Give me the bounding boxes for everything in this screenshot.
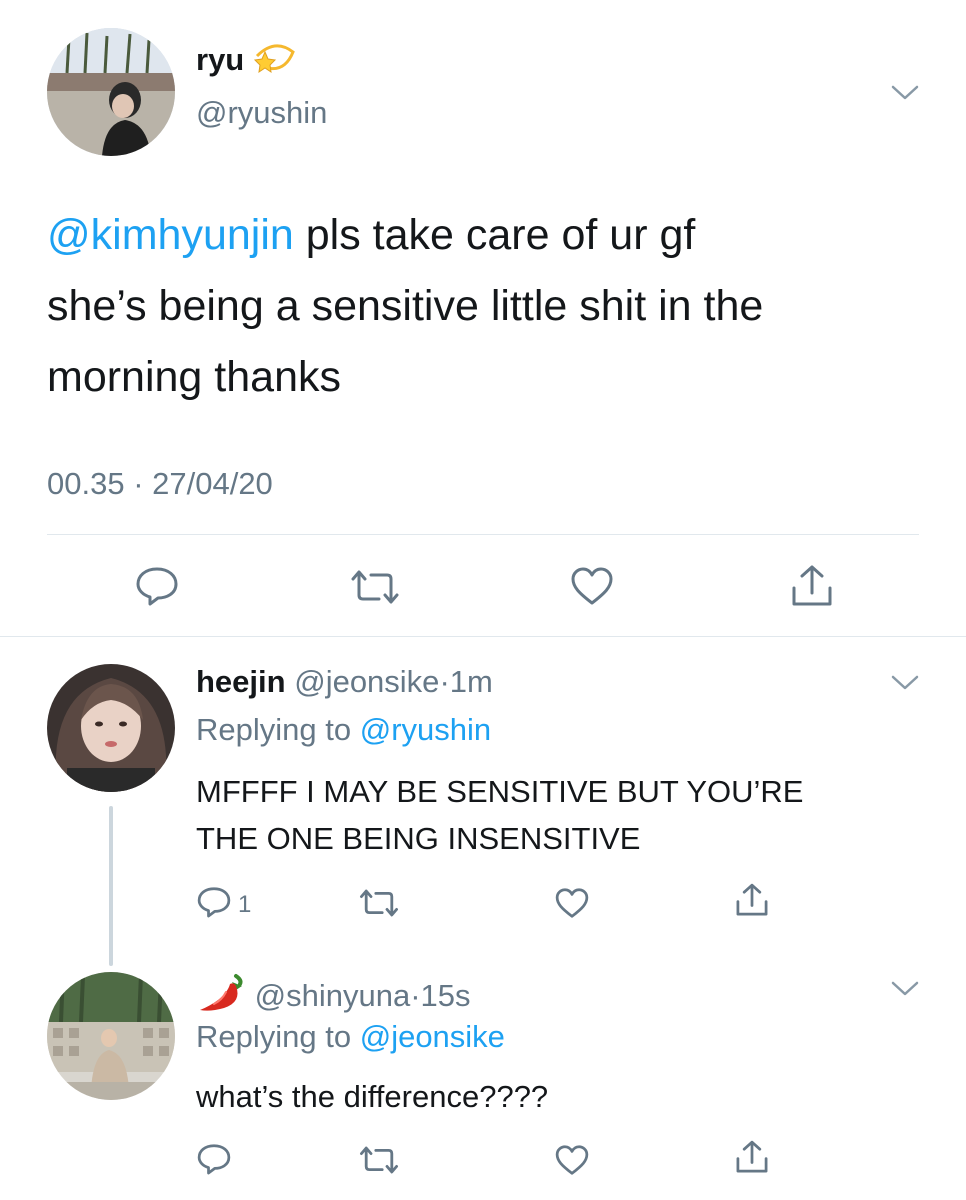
tweet-timestamp[interactable]: 00.35 · 27/04/20 <box>47 466 273 502</box>
like-icon[interactable] <box>554 886 590 920</box>
reply-header: @shinyuna·15s <box>196 970 471 1014</box>
share-icon[interactable] <box>734 1139 770 1175</box>
replying-label: Replying to <box>196 1019 352 1054</box>
chevron-down-icon[interactable] <box>891 84 919 102</box>
replying-to-link[interactable]: @ryushin <box>360 712 491 747</box>
avatar[interactable] <box>47 664 175 792</box>
display-name[interactable]: heejin <box>196 664 286 699</box>
replying-to: Replying to @ryushin <box>196 712 491 748</box>
mention-link[interactable]: @kimhyunjin <box>47 211 294 259</box>
user-handle[interactable]: @shinyuna <box>255 978 411 1013</box>
replying-to-link[interactable]: @jeonsike <box>360 1019 505 1054</box>
tweet-text-line: she’s being a sensitive little shit in t… <box>47 282 764 330</box>
retweet-icon[interactable] <box>349 567 401 607</box>
thread-line <box>109 806 113 966</box>
chili-pepper-icon <box>196 970 246 1014</box>
like-icon[interactable] <box>554 1143 590 1177</box>
reply-text-line: MFFFF I MAY BE SENSITIVE BUT YOU’RE <box>196 774 804 809</box>
tweet-text: @kimhyunjin pls take care of ur gf she’s… <box>47 200 763 413</box>
shooting-star-icon <box>253 42 297 74</box>
like-icon[interactable] <box>569 565 615 607</box>
user-handle[interactable]: @ryushin <box>196 95 327 131</box>
reply-time[interactable]: 1m <box>450 664 493 699</box>
reply-icon[interactable] <box>196 1142 232 1176</box>
retweet-icon[interactable] <box>358 887 400 919</box>
reply-text: MFFFF I MAY BE SENSITIVE BUT YOU’RE THE … <box>196 768 803 862</box>
reply-header: heejin @jeonsike·1m <box>196 664 493 700</box>
chevron-down-icon[interactable] <box>891 674 919 692</box>
reply-text-line: THE ONE BEING INSENSITIVE <box>196 821 641 856</box>
replying-to: Replying to @jeonsike <box>196 1019 505 1055</box>
divider <box>47 534 919 535</box>
tweet-text-line: morning thanks <box>47 353 341 401</box>
avatar[interactable] <box>47 28 175 156</box>
reply-text-line: what’s the difference???? <box>196 1079 549 1114</box>
chevron-down-icon[interactable] <box>891 980 919 998</box>
display-name[interactable]: ryu <box>196 42 297 78</box>
separator-dot: · <box>439 664 450 699</box>
reply-text: what’s the difference???? <box>196 1079 548 1115</box>
retweet-icon[interactable] <box>358 1144 400 1176</box>
share-icon[interactable] <box>789 563 835 609</box>
tweet-text-part: pls take care of ur gf <box>293 211 696 259</box>
reply-icon[interactable] <box>134 565 180 607</box>
avatar[interactable] <box>47 972 175 1100</box>
reply-time[interactable]: 15s <box>421 978 471 1013</box>
reply-icon[interactable] <box>196 885 232 919</box>
replying-label: Replying to <box>196 712 352 747</box>
separator-dot: · <box>410 978 421 1013</box>
user-handle[interactable]: @jeonsike <box>294 664 439 699</box>
tweet-text-line: @kimhyunjin pls take care of ur gf <box>47 200 763 271</box>
reply-count: 1 <box>238 891 252 918</box>
divider <box>0 636 966 637</box>
display-name-text[interactable]: ryu <box>196 42 244 77</box>
share-icon[interactable] <box>734 882 770 918</box>
